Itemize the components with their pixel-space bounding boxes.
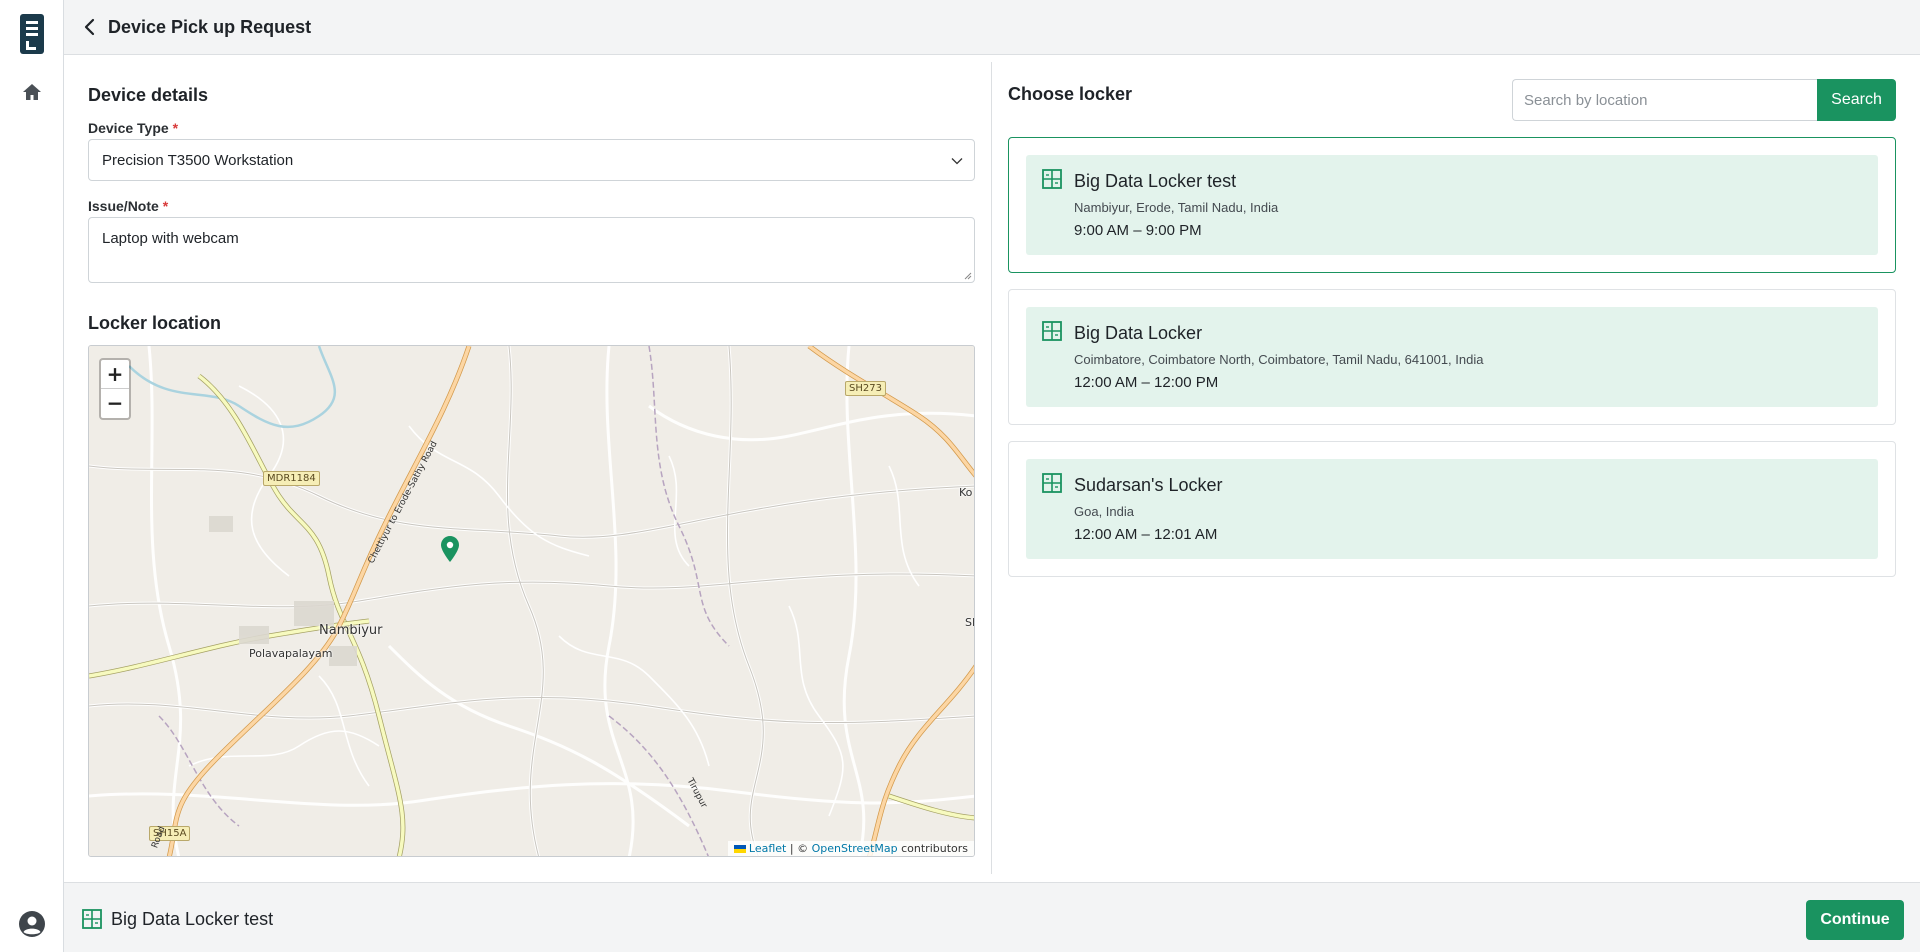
zoom-in-button[interactable]: + [101,360,129,389]
device-details-title: Device details [88,85,209,105]
continue-button[interactable]: Continue [1806,900,1904,940]
selected-locker-name: Big Data Locker test [111,909,274,929]
map-label-polavapalayam: Polavapalayam [249,647,333,660]
zoom-out-button[interactable]: − [101,389,129,418]
map-attribution: Leaflet | © OpenStreetMap contributors [727,841,974,856]
column-divider [991,62,992,874]
ukraine-flag-icon [733,845,746,853]
locker-hours: 9:00 AM – 9:00 PM [1074,222,1202,239]
locker-name: Big Data Locker [1074,323,1203,343]
map-tiles [89,346,974,856]
locker-card[interactable]: Big Data Locker test Nambiyur, Erode, Ta… [1008,137,1896,273]
map-label-partial-east: Ko [959,486,973,499]
locker-map[interactable]: MDR1184 SH273 SH15A Nambiyur Polavapalay… [88,345,975,857]
device-type-value: Precision T3500 Workstation [102,152,294,169]
locker-card-body: Big Data Locker test Nambiyur, Erode, Ta… [1026,155,1878,255]
map-marker-icon[interactable] [441,536,459,562]
sidebar [0,0,64,952]
locker-name: Sudarsan's Locker [1074,475,1223,495]
road-shield-sh273: SH273 [845,381,886,396]
issue-note-label: Issue/Note * [88,198,168,214]
attribution-suffix: contributors [897,842,968,855]
locker-icon [1042,473,1062,493]
locker-card[interactable]: Big Data Locker Coimbatore, Coimbatore N… [1008,289,1896,425]
home-icon[interactable] [22,82,42,102]
required-mark: * [162,198,169,214]
locker-card-body: Big Data Locker Coimbatore, Coimbatore N… [1026,307,1878,407]
locker-address: Goa, India [1074,504,1134,519]
map-label-nambiyur: Nambiyur [319,623,383,638]
page-title: Device Pick up Request [108,17,312,37]
openstreetmap-link[interactable]: OpenStreetMap [812,842,898,855]
user-circle-icon[interactable] [18,910,46,938]
device-type-label-text: Device Type [88,120,169,136]
selection-footer: Big Data Locker test Continue [64,882,1920,952]
locker-location-title: Locker location [88,313,222,333]
attribution-separator: | © [786,842,812,855]
locker-card[interactable]: Sudarsan's Locker Goa, India 12:00 AM – … [1008,441,1896,577]
locker-card-body: Sudarsan's Locker Goa, India 12:00 AM – … [1026,459,1878,559]
choose-locker-title: Choose locker [1008,84,1133,104]
map-label-partial-sh: SI [965,616,975,629]
locker-name: Big Data Locker test [1074,171,1237,191]
app-logo-icon[interactable] [20,14,44,54]
locker-hours: 12:00 AM – 12:00 PM [1074,374,1219,391]
device-type-label: Device Type * [88,120,178,136]
leaflet-link[interactable]: Leaflet [749,842,786,855]
map-zoom-control: + − [99,358,131,420]
locker-address: Nambiyur, Erode, Tamil Nadu, India [1074,200,1279,215]
issue-note-label-text: Issue/Note [88,198,159,214]
chevron-left-icon[interactable] [82,18,98,36]
required-mark: * [172,120,179,136]
locker-icon [82,909,102,929]
issue-note-textarea[interactable]: Laptop with webcam [88,217,975,283]
page-header: Device Pick up Request [64,0,1920,55]
location-search-input[interactable] [1512,79,1822,121]
resize-grip-icon[interactable] [964,272,972,280]
road-shield-mdr1184: MDR1184 [263,471,320,486]
locker-icon [1042,169,1062,189]
locker-address: Coimbatore, Coimbatore North, Coimbatore… [1074,352,1484,367]
device-type-select[interactable]: Precision T3500 Workstation [88,139,975,181]
locker-icon [1042,321,1062,341]
search-button[interactable]: Search [1817,79,1896,121]
issue-note-value: Laptop with webcam [102,230,239,247]
chevron-down-icon [951,158,963,165]
locker-hours: 12:00 AM – 12:01 AM [1074,526,1218,543]
